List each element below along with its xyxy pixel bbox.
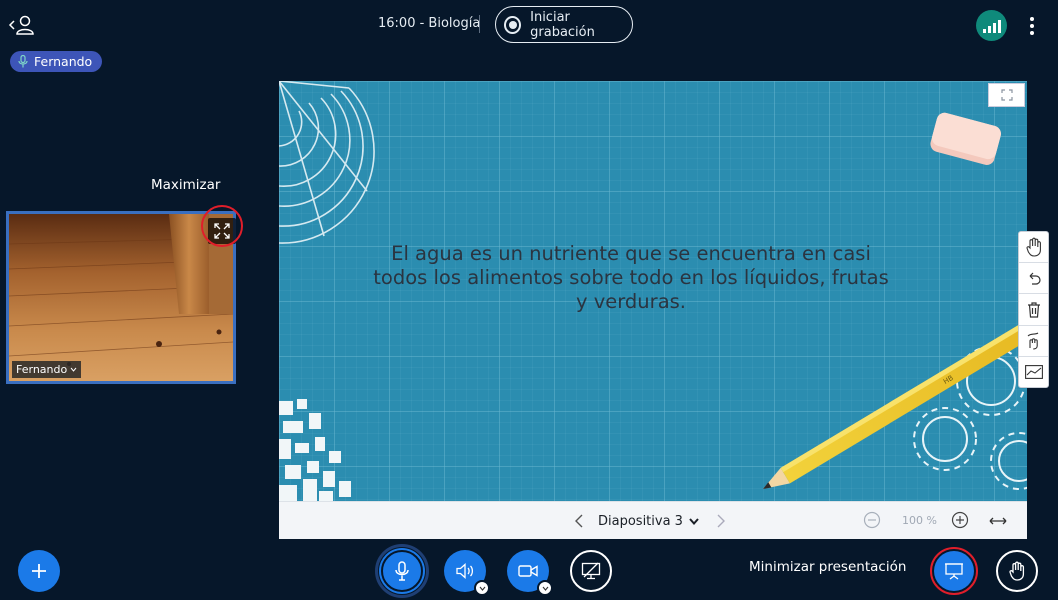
user-back-icon — [8, 15, 34, 35]
whiteboard-undo-button[interactable] — [1019, 263, 1048, 295]
current-slide-label: Diapositiva 3 — [598, 513, 683, 529]
presentation-slide[interactable]: HB El agua es un nutriente que se encuen… — [279, 81, 1027, 501]
plus-circle-icon — [951, 511, 969, 529]
whiteboard-toolbar — [1018, 231, 1049, 388]
chevron-down-icon — [70, 367, 77, 372]
chevron-left-icon — [575, 514, 583, 528]
audio-options-button[interactable] — [474, 580, 490, 596]
microphone-icon — [18, 55, 28, 68]
line-chart-icon — [1024, 364, 1043, 379]
microphone-button-ring — [375, 544, 429, 598]
mute-microphone-button[interactable] — [381, 550, 423, 592]
signal-bar-icon — [982, 29, 986, 33]
connection-status-button[interactable] — [976, 10, 1007, 41]
actions-button[interactable] — [18, 550, 60, 592]
meeting-title: 16:00 - Biología — [378, 16, 481, 31]
talking-user-name: Fernando — [34, 54, 93, 69]
minus-circle-icon — [863, 511, 881, 529]
chevron-right-icon — [717, 514, 725, 528]
undo-icon — [1029, 272, 1041, 285]
raise-hand-button[interactable] — [996, 550, 1038, 592]
whiteboard-hand-tool[interactable] — [1019, 232, 1048, 264]
whiteboard-chart-button[interactable] — [1019, 357, 1048, 387]
webcam-options-button[interactable] — [537, 580, 553, 596]
webcam-user-dropdown[interactable]: Fernando — [12, 361, 82, 378]
presentation-icon — [945, 563, 963, 580]
talking-indicator[interactable]: Fernando — [10, 51, 103, 72]
webcam-user-name: Fernando — [16, 363, 68, 376]
kebab-dot-icon — [1030, 17, 1034, 21]
slide-selector[interactable]: Diapositiva 3 — [598, 512, 699, 530]
whiteboard-clear-button[interactable] — [1019, 294, 1048, 326]
zoom-value: 100 % — [902, 514, 937, 527]
webcam-frame — [9, 214, 233, 381]
share-webcam-button[interactable] — [507, 550, 553, 596]
plus-icon — [32, 564, 46, 578]
slide-text: El agua es un nutriente que se encuentra… — [373, 242, 889, 313]
start-recording-button[interactable]: Iniciar grabación — [495, 6, 633, 43]
title-separator — [479, 15, 480, 33]
zoom-in-button[interactable] — [951, 511, 969, 529]
expand-icon — [214, 223, 230, 239]
hand-icon — [1009, 561, 1025, 581]
speaker-icon — [456, 563, 474, 579]
start-recording-label: Iniciar grabación — [530, 9, 595, 40]
minimize-presentation-inner — [934, 551, 974, 591]
signal-bar-icon — [997, 20, 1001, 33]
maximize-tooltip: Maximizar — [151, 177, 221, 193]
trash-icon — [1027, 301, 1040, 318]
fullscreen-icon — [1000, 89, 1013, 101]
multi-user-pointer-icon — [1027, 332, 1038, 350]
previous-slide-button[interactable] — [570, 511, 588, 531]
zoom-out-button[interactable] — [863, 511, 881, 529]
signal-bar-icon — [987, 26, 991, 33]
hand-icon — [1025, 237, 1041, 257]
screen-share-off-icon — [581, 562, 601, 580]
presentation-fullscreen-button[interactable] — [988, 83, 1025, 107]
microphone-icon — [395, 561, 409, 581]
kebab-dot-icon — [1030, 24, 1034, 28]
fit-width-icon — [989, 517, 1007, 525]
minimize-presentation-label: Minimizar presentación — [749, 559, 907, 575]
fit-to-width-button[interactable] — [988, 513, 1008, 527]
webcam-maximize-button[interactable] — [208, 218, 236, 244]
chevron-down-icon — [479, 586, 485, 591]
signal-bar-icon — [992, 23, 996, 33]
options-menu-button[interactable] — [1024, 14, 1040, 38]
webcam-video[interactable] — [6, 211, 236, 384]
chevron-down-icon — [689, 517, 699, 525]
chevron-down-icon — [542, 586, 548, 591]
video-camera-icon — [518, 565, 538, 577]
share-screen-button[interactable] — [570, 550, 612, 592]
next-slide-button[interactable] — [712, 511, 730, 531]
leave-audio-button[interactable] — [444, 550, 490, 596]
whiteboard-multiuser-button[interactable] — [1019, 326, 1048, 357]
kebab-dot-icon — [1030, 31, 1034, 35]
minimize-presentation-button[interactable] — [930, 547, 978, 595]
record-icon — [504, 15, 522, 34]
leave-meeting-button[interactable] — [8, 12, 36, 38]
